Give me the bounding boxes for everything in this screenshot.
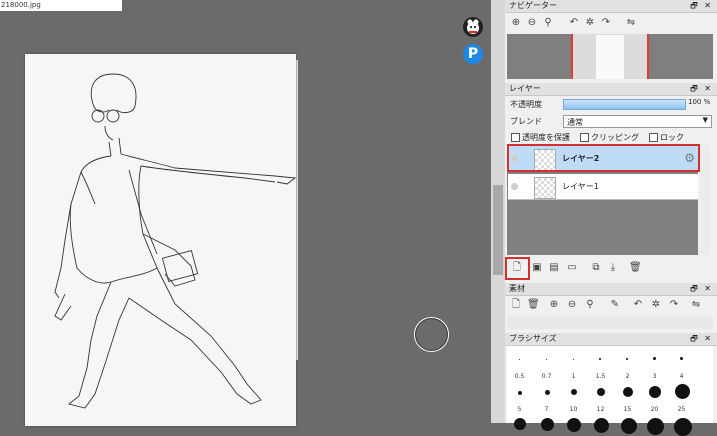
brush-size-dot[interactable] (541, 418, 554, 431)
navigator-header: ナビゲーター 🗗 ✕ (505, 0, 717, 13)
rotate-right-icon[interactable]: ↷ (668, 299, 680, 311)
layer-thumbnail (534, 177, 556, 199)
brush-size-label: 7 (544, 406, 549, 413)
brush-size-label: 25 (677, 406, 686, 413)
rotate-left-icon[interactable]: ↶ (568, 17, 580, 29)
brush-size-dot[interactable] (649, 386, 661, 398)
brush-size-label: 1 (571, 373, 576, 380)
brush-size-window-controls[interactable]: 🗗 ✕ (690, 333, 713, 345)
zoom-fit-icon[interactable]: ⚲ (584, 299, 596, 311)
sketch-drawing (54, 73, 296, 409)
layer-item-1[interactable]: レイヤー1 (508, 174, 698, 200)
layers-title: レイヤー (509, 84, 541, 93)
rotate-reset-icon[interactable]: ✲ (584, 17, 596, 29)
rotate-right-icon[interactable]: ↷ (600, 17, 612, 29)
duplicate-layer-icon[interactable]: ⧉ (590, 262, 602, 274)
new-halftone-layer-icon[interactable]: ▣ (531, 262, 543, 274)
lock-label: ロック (660, 133, 684, 142)
layer-list-scrollbar[interactable] (700, 145, 710, 255)
materials-header: 素材 🗗 ✕ (505, 283, 717, 296)
clipping-checkbox[interactable] (580, 133, 589, 142)
brush-size-label: 3 (652, 373, 657, 380)
trash-icon[interactable]: 🗑 (629, 262, 642, 274)
merge-down-icon[interactable]: ⤓ (607, 262, 619, 274)
brush-size-label: 0.5 (514, 373, 525, 380)
brush-size-label: 15 (623, 406, 632, 413)
brush-size-dot[interactable] (594, 418, 609, 433)
brush-size-dot[interactable] (653, 357, 656, 360)
brush-size-dot[interactable] (680, 357, 683, 360)
new-material-icon[interactable]: 🗋 (510, 299, 522, 311)
new-layer-highlight (505, 257, 530, 280)
brush-size-dot[interactable] (626, 358, 628, 360)
brush-size-dot[interactable] (567, 418, 581, 432)
brush-size-label: 10 (569, 406, 578, 413)
eye-icon[interactable] (511, 183, 518, 190)
navigator-title: ナビゲーター (509, 1, 557, 10)
materials-window-controls[interactable]: 🗗 ✕ (690, 283, 713, 295)
brush-size-dot[interactable] (597, 388, 605, 396)
brush-size-title: ブラシサイズ (509, 334, 557, 343)
opacity-slider[interactable] (563, 99, 686, 110)
brush-size-label: 12 (596, 406, 605, 413)
blend-mode-select[interactable]: 通常 ▼ (563, 115, 712, 128)
brush-size-dot[interactable] (647, 418, 664, 435)
brush-size-dot[interactable] (571, 389, 577, 395)
blend-mode-value: 通常 (567, 118, 583, 127)
canvas-scroll-thumb[interactable] (493, 185, 503, 275)
brush-size-dot[interactable] (514, 418, 526, 430)
pixiv-icon[interactable]: P (463, 44, 483, 64)
layer-name: レイヤー1 (562, 182, 599, 191)
brush-cursor (414, 317, 449, 352)
brush-size-dot[interactable] (623, 387, 633, 397)
navigator-thumbnail (596, 35, 624, 79)
selected-layer-highlight (507, 144, 700, 172)
document-tab[interactable]: 218000.jpg (0, 0, 122, 11)
clipping-label: クリッピング (591, 133, 639, 142)
trash-icon[interactable]: 🗑 (527, 299, 540, 311)
brush-size-label: 20 (650, 406, 659, 413)
protect-alpha-label: 透明度を保護 (522, 133, 570, 142)
brush-size-dot[interactable] (675, 384, 690, 399)
brush-size-dot[interactable] (545, 390, 550, 395)
brush-size-label: 5 (517, 406, 522, 413)
brush-size-dot[interactable] (621, 418, 637, 434)
zoom-fit-icon[interactable]: ⚲ (542, 17, 554, 29)
brush-size-dot[interactable] (573, 359, 574, 360)
brush-size-dot[interactable] (546, 359, 547, 360)
zoom-in-icon[interactable]: ⊕ (548, 299, 560, 311)
community-icon[interactable] (463, 17, 483, 37)
rotate-left-icon[interactable]: ↶ (632, 299, 644, 311)
opacity-value: 100 % (688, 98, 711, 106)
brush-size-dot[interactable] (518, 391, 522, 395)
new-folder-icon[interactable]: ▭ (566, 262, 578, 274)
flip-icon[interactable]: ⇋ (625, 17, 637, 29)
brush-size-header: ブラシサイズ 🗗 ✕ (505, 333, 717, 346)
protect-alpha-checkbox[interactable] (511, 133, 520, 142)
eyedropper-icon[interactable]: ✎ (609, 299, 621, 311)
rotate-reset-icon[interactable]: ✲ (650, 299, 662, 311)
materials-title: 素材 (509, 284, 525, 293)
opacity-label: 不透明度 (510, 100, 542, 109)
zoom-out-icon[interactable]: ⊖ (526, 17, 538, 29)
brush-size-dot[interactable] (519, 359, 520, 360)
chevron-down-icon: ▼ (702, 116, 708, 124)
navigator-window-controls[interactable]: 🗗 ✕ (690, 0, 713, 12)
brush-size-label: 1.5 (595, 373, 606, 380)
materials-list[interactable] (507, 316, 713, 329)
blend-label: ブレンド (510, 117, 542, 126)
brush-size-label: 2 (625, 373, 630, 380)
zoom-in-icon[interactable]: ⊕ (510, 17, 522, 29)
brush-size-dot[interactable] (674, 418, 692, 436)
brush-size-label: 4 (679, 373, 684, 380)
brush-size-label: 0.7 (541, 373, 552, 380)
zoom-out-icon[interactable]: ⊖ (566, 299, 578, 311)
layers-header: レイヤー 🗗 ✕ (505, 83, 717, 96)
layers-window-controls[interactable]: 🗗 ✕ (690, 83, 713, 95)
lock-checkbox[interactable] (649, 133, 658, 142)
new-1bit-layer-icon[interactable]: ▤ (548, 262, 560, 274)
brush-size-dot[interactable] (599, 358, 601, 360)
flip-icon[interactable]: ⇋ (690, 299, 702, 311)
